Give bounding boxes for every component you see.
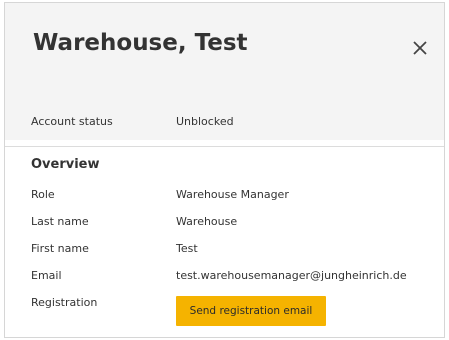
user-detail-dialog: Warehouse, Test Account status Unblocked…	[4, 2, 445, 338]
send-registration-email-button[interactable]: Send registration email	[176, 296, 326, 326]
field-label: Role	[31, 188, 55, 201]
field-label: First name	[31, 242, 89, 255]
close-icon	[413, 41, 427, 55]
field-row-first-name: First name Test	[5, 242, 444, 258]
field-value: Test	[176, 242, 198, 255]
section-divider	[5, 146, 444, 147]
account-status-row: Account status Unblocked	[5, 115, 444, 131]
account-status-value: Unblocked	[176, 115, 234, 128]
field-value: Warehouse Manager	[176, 188, 289, 201]
field-row-email: Email test.warehousemanager@jungheinrich…	[5, 269, 444, 285]
email-link[interactable]: test.warehousemanager@jungheinrich.de	[176, 269, 407, 282]
dialog-header: Warehouse, Test Account status Unblocked	[5, 3, 444, 140]
field-label: Email	[31, 269, 62, 282]
dialog-title: Warehouse, Test	[33, 30, 248, 56]
registration-label: Registration	[31, 296, 98, 309]
field-row-role: Role Warehouse Manager	[5, 188, 444, 204]
field-row-last-name: Last name Warehouse	[5, 215, 444, 231]
overview-heading: Overview	[31, 157, 100, 172]
close-button[interactable]	[411, 39, 429, 57]
field-label: Last name	[31, 215, 89, 228]
account-status-label: Account status	[31, 115, 113, 128]
field-value: Warehouse	[176, 215, 238, 228]
